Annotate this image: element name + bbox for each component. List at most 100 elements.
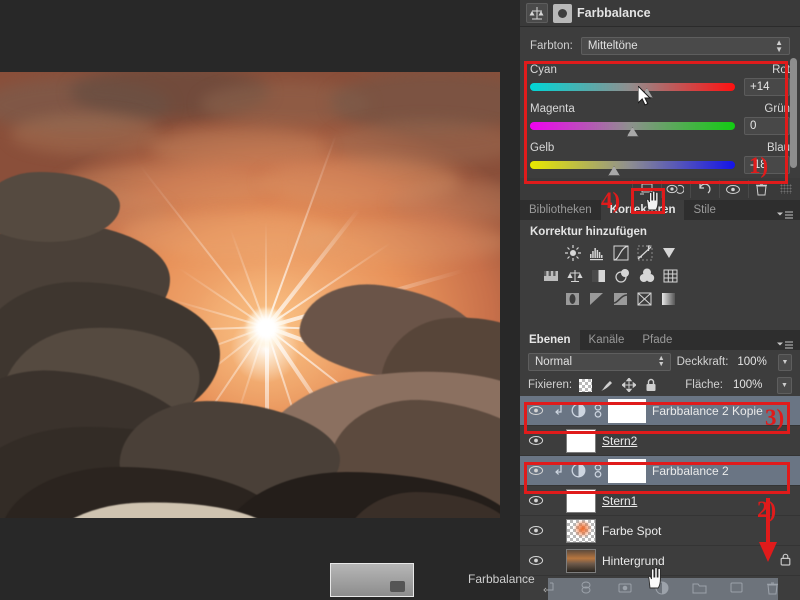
curves-icon[interactable] (612, 244, 629, 261)
layer-thumbnail[interactable] (566, 488, 596, 513)
magenta-green-knob[interactable] (626, 127, 639, 137)
mouse-cursor-arrow (638, 86, 652, 106)
layer-mask-icon[interactable] (553, 3, 572, 23)
tab-bibliotheken[interactable]: Bibliotheken (520, 200, 601, 220)
tab-kanaele[interactable]: Kanäle (579, 330, 634, 350)
visibility-icon[interactable] (520, 546, 552, 576)
slider-left-label: Magenta (530, 103, 575, 115)
annotation-marker-4: 4) (601, 188, 621, 213)
adjustment-icons-row-3 (530, 290, 800, 307)
annotation-marker-3: 3) (765, 405, 785, 430)
magenta-green-track[interactable] (530, 122, 735, 137)
tab-pfade[interactable]: Pfade (633, 330, 682, 350)
layer-name[interactable]: Farbbalance 2 (652, 464, 729, 478)
lock-transparency-icon[interactable] (579, 378, 593, 392)
opacity-value[interactable]: 100% (734, 353, 772, 371)
visibility-icon[interactable] (520, 426, 552, 456)
canvas-area[interactable] (0, 0, 520, 600)
visibility-icon[interactable] (520, 456, 552, 486)
lock-position-icon[interactable] (621, 378, 636, 393)
link-mask-icon[interactable] (590, 463, 606, 478)
annotation-marker-1: 1) (749, 153, 769, 178)
cyan-red-track[interactable] (530, 83, 735, 98)
layer-thumbnail[interactable] (566, 518, 596, 543)
adjustments-panel: Bibliotheken Korrekturen Stile Korrektur… (520, 200, 800, 330)
opacity-dropdown-icon[interactable]: ▼ (777, 353, 792, 371)
fill-dropdown-icon[interactable]: ▼ (777, 376, 792, 394)
visibility-icon[interactable] (520, 486, 552, 516)
properties-scrollbar[interactable] (789, 52, 798, 194)
table-row[interactable]: Stern2 (520, 426, 800, 456)
slider-right-label: Grün (764, 103, 790, 115)
reset-icon[interactable] (690, 180, 716, 198)
layers-panel-menu-icon[interactable] (777, 341, 800, 350)
exposure-icon[interactable] (636, 244, 653, 261)
blend-mode-select[interactable]: Normal ▲ ▼ (528, 353, 671, 371)
invert-icon[interactable] (564, 290, 581, 307)
color-lookup-icon[interactable] (662, 267, 679, 284)
clipping-mask-icon (552, 464, 566, 477)
hand-cursor-drag-icon (648, 566, 661, 589)
adjustment-icons-row-2 (530, 267, 800, 284)
visibility-icon[interactable] (520, 516, 552, 546)
properties-header: Farbbalance (520, 0, 800, 26)
layer-thumbnail[interactable] (566, 548, 596, 573)
gradient-map-icon[interactable] (660, 290, 677, 307)
photo-filter-icon[interactable] (614, 267, 631, 284)
yellow-blue-track[interactable] (530, 161, 735, 176)
lock-pixels-icon[interactable] (599, 378, 614, 393)
color-balance-icon[interactable] (566, 267, 583, 284)
brightness-contrast-icon[interactable] (564, 244, 581, 261)
table-row[interactable]: Farbbalance 2 Kopie (520, 396, 800, 426)
color-balance-icon[interactable] (526, 3, 548, 23)
tone-row: Farbton: Mitteltöne ▲ ▼ (530, 37, 790, 55)
lock-row: Fixieren: Fläche: 100% ▼ (520, 374, 800, 396)
layer-mask-thumbnail[interactable] (608, 398, 646, 423)
tone-label: Farbton: (530, 40, 573, 52)
annotation-arrow-2 (759, 498, 777, 562)
black-white-icon[interactable] (590, 267, 607, 284)
hue-saturation-icon[interactable] (542, 267, 559, 284)
visibility-icon[interactable] (520, 396, 552, 426)
link-mask-icon[interactable] (590, 403, 606, 418)
channel-mixer-icon[interactable] (638, 267, 655, 284)
layer-thumbnail[interactable] (566, 428, 596, 453)
magenta-green-value[interactable]: 0 (744, 117, 790, 135)
delete-icon[interactable] (748, 180, 774, 198)
vibrance-icon[interactable] (660, 244, 677, 261)
tone-value: Mitteltöne (587, 40, 638, 52)
layer-mask-thumbnail[interactable] (608, 458, 646, 483)
tab-ebenen[interactable]: Ebenen (520, 330, 580, 350)
posterize-icon[interactable] (588, 290, 605, 307)
slider-right-label: Blau (766, 142, 790, 154)
chevron-updown-icon: ▲ ▼ (657, 355, 665, 368)
preview-toggle-icon[interactable] (661, 180, 687, 198)
table-row[interactable]: Farbbalance 2 (520, 456, 800, 486)
threshold-icon[interactable] (612, 290, 629, 307)
layer-name[interactable]: Farbbalance 2 Kopie (652, 404, 763, 418)
yellow-blue-knob[interactable] (608, 166, 621, 176)
hand-cursor-icon (646, 190, 659, 211)
levels-icon[interactable] (588, 244, 605, 261)
fill-value[interactable]: 100% (730, 376, 770, 394)
selective-color-icon[interactable] (636, 290, 653, 307)
tone-select[interactable]: Mitteltöne ▲ ▼ (580, 37, 790, 55)
adjustment-icons-row-1 (530, 244, 800, 261)
slider-left-label: Gelb (530, 142, 555, 154)
slider-right-label: Rot (772, 64, 790, 76)
sun-core (246, 308, 286, 348)
adjustment-layer-icon (569, 463, 587, 478)
panel-menu-icon[interactable] (777, 211, 800, 220)
layer-name[interactable]: Farbe Spot (602, 524, 661, 538)
opacity-label: Deckkraft: (676, 356, 729, 368)
blend-mode-row: Normal ▲ ▼ Deckkraft: 100% ▼ (520, 350, 800, 374)
panel-resize-grip[interactable] (780, 184, 792, 194)
tab-stile[interactable]: Stile (684, 200, 725, 220)
document-image[interactable] (0, 72, 500, 518)
layer-name[interactable]: Stern1 (602, 494, 637, 508)
lock-all-icon[interactable] (643, 378, 658, 393)
fill-label: Fläche: (685, 379, 723, 391)
visibility-icon[interactable] (719, 180, 745, 198)
layer-name[interactable]: Stern2 (602, 434, 637, 448)
cyan-red-value[interactable]: +14 (744, 78, 790, 96)
